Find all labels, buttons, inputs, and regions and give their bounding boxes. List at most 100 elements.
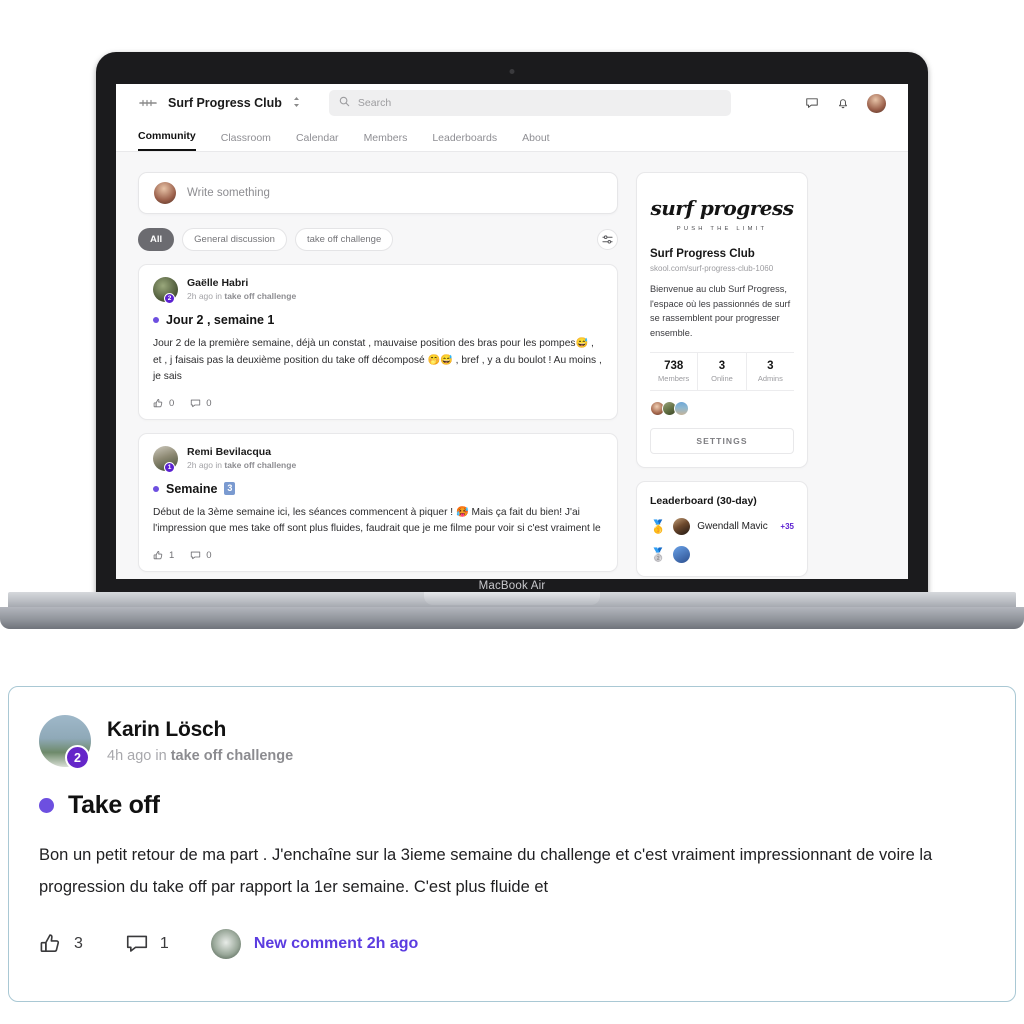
featured-post-title-row: Take off xyxy=(39,791,985,820)
post-in-word: in xyxy=(215,291,222,301)
post-card[interactable]: 2 Gaëlle Habri 2h ago in take off challe… xyxy=(138,264,618,420)
leaderboard-points: +35 xyxy=(780,522,794,532)
like-count: 1 xyxy=(169,549,175,561)
leaderboard-row[interactable]: 🥈 xyxy=(650,546,794,564)
club-url[interactable]: skool.com/surf-progress-club-1060 xyxy=(650,264,794,273)
stat-value: 738 xyxy=(664,360,684,373)
leaderboard-avatar xyxy=(673,546,691,564)
like-count: 3 xyxy=(74,935,83,953)
stat-admins: 3 Admins xyxy=(745,353,794,391)
laptop-lid: MacBook Air Surf Progress Club Search Co… xyxy=(96,52,928,597)
stat-online: 3 Online xyxy=(697,353,745,391)
post-time: 2h ago xyxy=(187,459,213,470)
skool-app: Surf Progress Club Search Community Clas… xyxy=(116,84,908,579)
like-group[interactable]: 1 xyxy=(153,550,174,561)
avatar: 2 xyxy=(153,277,178,304)
club-name: Surf Progress Club xyxy=(650,248,755,260)
header-actions xyxy=(805,93,886,113)
search-placeholder: Search xyxy=(357,97,392,109)
comment-group[interactable]: 0 xyxy=(190,397,212,409)
thumbs-up-icon xyxy=(40,934,60,953)
unread-dot-icon xyxy=(39,798,54,813)
post-author-name[interactable]: Gaëlle Habri xyxy=(187,277,296,289)
post-group[interactable]: take off challenge xyxy=(224,291,296,301)
featured-post-title[interactable]: Take off xyxy=(68,791,160,820)
search-input[interactable]: Search xyxy=(328,90,731,116)
stat-label: Admins xyxy=(757,374,783,384)
laptop-base xyxy=(0,592,1024,634)
post-title[interactable]: Semaine xyxy=(166,482,217,496)
stat-label: Online xyxy=(711,374,733,384)
filter-pill-take-off-challenge[interactable]: take off challenge xyxy=(294,228,394,251)
avatar: 1 xyxy=(153,445,178,473)
post-in-word: in xyxy=(215,459,222,470)
club-card: surf progress PUSH THE LIMIT Surf Progre… xyxy=(636,172,808,469)
club-switcher-name[interactable]: Surf Progress Club xyxy=(168,96,282,110)
filter-pill-all[interactable]: All xyxy=(138,228,175,251)
leaderboard-avatar xyxy=(673,518,691,536)
feed-filters: All General discussion take off challeng… xyxy=(138,228,618,251)
search-icon xyxy=(339,96,350,110)
member-avatars[interactable] xyxy=(650,401,794,417)
tab-calendar[interactable]: Calendar xyxy=(296,132,339,151)
new-comment-link[interactable]: New comment 2h ago xyxy=(254,935,418,953)
post-title-row: Jour 2 , semaine 1 xyxy=(153,313,603,327)
post-title-badge: 3 xyxy=(224,482,236,496)
chat-bubble-icon[interactable] xyxy=(805,96,819,110)
member-avatar xyxy=(674,401,689,417)
post-group[interactable]: take off challenge xyxy=(224,460,296,470)
stat-members: 738 Members xyxy=(650,353,697,390)
stat-label: Members xyxy=(658,374,690,384)
tab-members[interactable]: Members xyxy=(364,132,408,151)
featured-post-in-word: in xyxy=(155,748,167,764)
leaderboard-row[interactable]: 🥇 Gwendall Mavic +35 xyxy=(650,518,794,536)
post-author-name[interactable]: Remi Bevilacqua xyxy=(187,446,296,458)
comment-icon xyxy=(191,551,201,559)
like-group[interactable]: 3 xyxy=(39,932,83,956)
user-avatar[interactable] xyxy=(867,93,886,113)
featured-post-header: 2 Karin Lösch 4h ago in take off challen… xyxy=(39,715,985,770)
level-badge: 2 xyxy=(65,745,90,770)
post-body: Début de la 3ème semaine ici, les séance… xyxy=(153,506,601,535)
commenter-avatar xyxy=(210,929,241,960)
stat-value: 3 xyxy=(767,360,774,373)
post-title[interactable]: Jour 2 , semaine 1 xyxy=(166,313,274,327)
sidebar-column: surf progress PUSH THE LIMIT Surf Progre… xyxy=(636,172,808,579)
like-group[interactable]: 0 xyxy=(153,398,174,409)
tab-about[interactable]: About xyxy=(522,132,549,151)
laptop-model-label: MacBook Air xyxy=(478,580,546,592)
post-footer: 1 0 xyxy=(153,550,603,561)
composer-avatar xyxy=(154,182,176,204)
comment-count: 0 xyxy=(206,397,212,409)
featured-post-card[interactable]: 2 Karin Lösch 4h ago in take off challen… xyxy=(8,686,1016,1002)
post-header: 2 Gaëlle Habri 2h ago in take off challe… xyxy=(153,277,603,304)
comment-count: 0 xyxy=(206,549,212,561)
sliders-icon[interactable] xyxy=(597,229,618,250)
thumbs-up-icon xyxy=(153,550,163,559)
level-badge: 2 xyxy=(164,293,175,304)
tab-classroom[interactable]: Classroom xyxy=(221,132,271,151)
app-header: Surf Progress Club Search xyxy=(116,84,908,122)
club-logo-tagline: PUSH THE LIMIT xyxy=(676,226,768,232)
settings-button[interactable]: SETTINGS xyxy=(650,428,794,455)
comment-group[interactable]: 1 xyxy=(125,932,169,956)
club-stats: 738 Members 3 Online 3 Admins xyxy=(650,352,794,392)
like-count: 0 xyxy=(169,397,175,409)
chevron-updown-icon[interactable] xyxy=(292,95,301,112)
featured-post-body: Bon un petit retour de ma part . J'encha… xyxy=(39,846,933,896)
post-meta: 2h ago in take off challenge xyxy=(187,460,296,470)
post-composer[interactable]: Write something xyxy=(138,172,618,214)
comment-icon xyxy=(126,935,147,953)
tab-community[interactable]: Community xyxy=(138,130,196,151)
comment-group[interactable]: 0 xyxy=(190,549,212,561)
featured-post-group[interactable]: take off challenge xyxy=(171,748,293,764)
feed-column: Write something All General discussion t… xyxy=(138,172,618,579)
post-card[interactable]: 1 Remi Bevilacqua 2h ago in take off cha… xyxy=(138,432,618,572)
featured-author-name[interactable]: Karin Lösch xyxy=(107,718,293,742)
post-time: 2h ago xyxy=(187,291,213,301)
bell-icon[interactable] xyxy=(836,96,850,110)
filter-pill-general-discussion[interactable]: General discussion xyxy=(182,228,287,251)
laptop-base-notch xyxy=(424,592,600,605)
composer-placeholder: Write something xyxy=(187,187,270,199)
tab-leaderboards[interactable]: Leaderboards xyxy=(432,132,497,151)
